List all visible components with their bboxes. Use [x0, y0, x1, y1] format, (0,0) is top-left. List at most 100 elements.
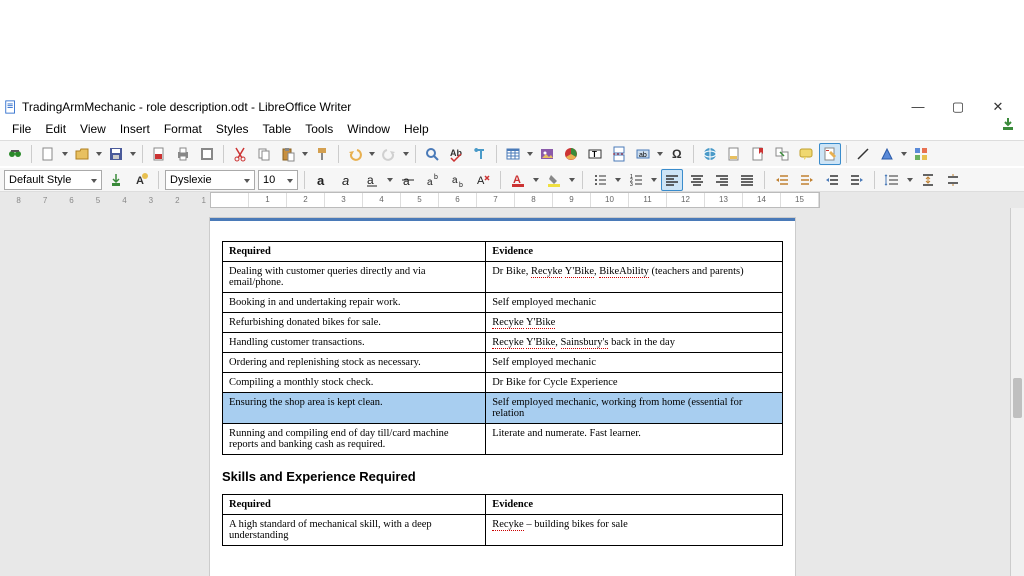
cell-required[interactable]: Handling customer transactions. [223, 333, 486, 353]
show-draw-functions-button[interactable] [910, 143, 932, 165]
cell-evidence[interactable]: Literate and numerate. Fast learner. [486, 424, 783, 455]
menu-insert[interactable]: Insert [114, 120, 156, 138]
save-button[interactable] [105, 143, 127, 165]
cell-required[interactable]: Ensuring the shop area is kept clean. [223, 393, 486, 424]
italic-button[interactable]: a [336, 169, 358, 191]
outline-right-button[interactable] [796, 169, 818, 191]
undo-dropdown[interactable] [368, 152, 376, 156]
font-color-button[interactable]: A [507, 169, 529, 191]
cell-evidence[interactable]: Dr Bike, Recyke Y'Bike, BikeAbility (tea… [486, 262, 783, 293]
horizontal-ruler[interactable]: 13121110987654321 123456789101112131415 [0, 192, 1024, 208]
font-color-dropdown[interactable] [532, 178, 540, 182]
bullet-list-button[interactable] [589, 169, 611, 191]
align-left-button[interactable] [661, 169, 683, 191]
align-center-button[interactable] [686, 169, 708, 191]
insert-footnote-button[interactable] [723, 143, 745, 165]
print-button[interactable] [172, 143, 194, 165]
insert-line-button[interactable] [852, 143, 874, 165]
print-preview-button[interactable] [196, 143, 218, 165]
cell-evidence[interactable]: Self employed mechanic [486, 353, 783, 373]
export-pdf-button[interactable] [148, 143, 170, 165]
insert-hyperlink-button[interactable] [699, 143, 721, 165]
table-row[interactable]: Ensuring the shop area is kept clean.Sel… [223, 393, 783, 424]
cell-required[interactable]: Refurbishing donated bikes for sale. [223, 313, 486, 333]
basic-shapes-dropdown[interactable] [900, 152, 908, 156]
insert-page-break-button[interactable] [608, 143, 630, 165]
menu-window[interactable]: Window [341, 120, 396, 138]
highlight-dropdown[interactable] [568, 178, 576, 182]
document-canvas[interactable]: Required Evidence Dealing with customer … [0, 208, 1024, 576]
cell-required[interactable]: Compiling a monthly stock check. [223, 373, 486, 393]
cell-required[interactable]: Booking in and undertaking repair work. [223, 293, 486, 313]
menu-tools[interactable]: Tools [299, 120, 339, 138]
vertical-scrollbar[interactable] [1010, 208, 1024, 576]
justify-button[interactable] [736, 169, 758, 191]
cell-evidence[interactable]: Recyke Y'Bike, Sainsbury's back in the d… [486, 333, 783, 353]
cell-required[interactable]: Dealing with customer queries directly a… [223, 262, 486, 293]
new-style-button[interactable]: A [130, 169, 152, 191]
insert-table-dropdown[interactable] [526, 152, 534, 156]
formatting-marks-button[interactable] [469, 143, 491, 165]
menu-format[interactable]: Format [158, 120, 208, 138]
underline-dropdown[interactable] [386, 178, 394, 182]
menu-view[interactable]: View [74, 120, 112, 138]
cell-evidence[interactable]: Self employed mechanic, working from hom… [486, 393, 783, 424]
paragraph-style-combo[interactable]: Default Style [4, 170, 102, 190]
bullet-list-dropdown[interactable] [614, 178, 622, 182]
insert-table-button[interactable] [502, 143, 524, 165]
menu-file[interactable]: File [6, 120, 37, 138]
maximize-button[interactable]: ▢ [946, 99, 970, 115]
line-spacing-dropdown[interactable] [906, 178, 914, 182]
redo-button[interactable] [378, 143, 400, 165]
minimize-button[interactable]: — [906, 99, 930, 115]
decrease-para-spacing-button[interactable] [942, 169, 964, 191]
bold-button[interactable]: a [311, 169, 333, 191]
menu-styles[interactable]: Styles [210, 120, 255, 138]
outline-left-button[interactable] [771, 169, 793, 191]
table-row[interactable]: Handling customer transactions.Recyke Y'… [223, 333, 783, 353]
align-right-button[interactable] [711, 169, 733, 191]
open-dropdown[interactable] [95, 152, 103, 156]
menu-table[interactable]: Table [257, 120, 298, 138]
requirements-table-1[interactable]: Required Evidence Dealing with customer … [222, 241, 783, 455]
new-button[interactable] [37, 143, 59, 165]
highlight-button[interactable] [543, 169, 565, 191]
insert-field-dropdown[interactable] [656, 152, 664, 156]
decrease-indent-button[interactable] [821, 169, 843, 191]
insert-bookmark-button[interactable] [747, 143, 769, 165]
table-row[interactable]: Booking in and undertaking repair work.S… [223, 293, 783, 313]
font-name-combo[interactable]: Dyslexie [165, 170, 255, 190]
font-size-combo[interactable]: 10 [258, 170, 298, 190]
open-button[interactable] [71, 143, 93, 165]
insert-symbol-button[interactable]: Ω [666, 143, 688, 165]
insert-cross-ref-button[interactable] [771, 143, 793, 165]
insert-textbox-button[interactable]: T [584, 143, 606, 165]
paste-button[interactable] [277, 143, 299, 165]
close-button[interactable]: ✕ [986, 99, 1010, 115]
track-changes-button[interactable] [819, 143, 841, 165]
save-dropdown[interactable] [129, 152, 137, 156]
paste-dropdown[interactable] [301, 152, 309, 156]
insert-image-button[interactable] [536, 143, 558, 165]
basic-shapes-button[interactable] [876, 143, 898, 165]
strikethrough-button[interactable]: a [397, 169, 419, 191]
clear-formatting-button[interactable]: A [472, 169, 494, 191]
redo-dropdown[interactable] [402, 152, 410, 156]
table-row[interactable]: A high standard of mechanical skill, wit… [223, 515, 783, 546]
table-row[interactable]: Refurbishing donated bikes for sale.Recy… [223, 313, 783, 333]
insert-comment-button[interactable] [795, 143, 817, 165]
insert-chart-button[interactable] [560, 143, 582, 165]
new-dropdown[interactable] [61, 152, 69, 156]
table-row[interactable]: Compiling a monthly stock check.Dr Bike … [223, 373, 783, 393]
number-list-dropdown[interactable] [650, 178, 658, 182]
spellcheck-button[interactable]: Ab [445, 143, 467, 165]
clone-formatting-button[interactable] [311, 143, 333, 165]
cell-required[interactable]: A high standard of mechanical skill, wit… [223, 515, 486, 546]
superscript-button[interactable]: ab [422, 169, 444, 191]
number-list-button[interactable]: 123 [625, 169, 647, 191]
cell-evidence[interactable]: Recyke – building bikes for sale [486, 515, 783, 546]
undo-button[interactable] [344, 143, 366, 165]
insert-field-button[interactable]: ab [632, 143, 654, 165]
table-row[interactable]: Running and compiling end of day till/ca… [223, 424, 783, 455]
cell-required[interactable]: Ordering and replenishing stock as neces… [223, 353, 486, 373]
